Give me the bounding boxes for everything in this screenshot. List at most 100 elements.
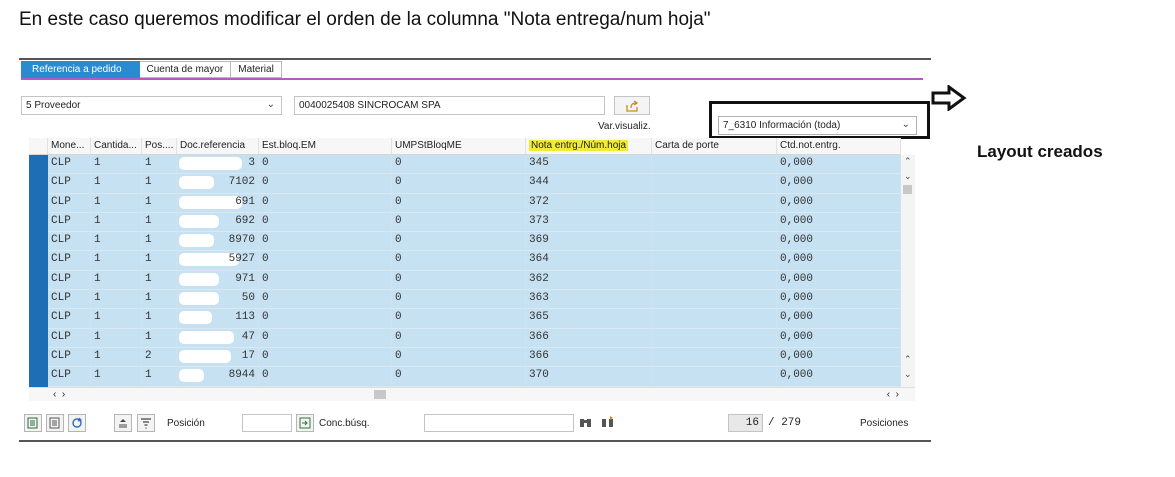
cell-carta-porte[interactable] <box>652 232 777 252</box>
cell-doc-referencia[interactable]: 5927 <box>177 251 259 271</box>
cell-posicion[interactable]: 1 <box>142 270 177 291</box>
cell-nota-entrega[interactable]: 364 <box>526 251 652 271</box>
position-input[interactable] <box>242 414 292 432</box>
filter-button[interactable] <box>137 414 155 432</box>
position-go-button[interactable] <box>296 414 314 432</box>
chevron-up-icon[interactable]: ⌃ <box>904 156 912 167</box>
vendor-type-select[interactable]: 5 Proveedor ⌄ <box>21 96 282 115</box>
cell-doc-referencia[interactable]: 7102 <box>177 174 259 194</box>
refresh-button[interactable] <box>68 414 86 432</box>
row-selector[interactable] <box>29 367 48 387</box>
scroll-left-right-icon[interactable]: ‹ › <box>887 389 899 400</box>
cell-ctd-not-entrg[interactable]: 0,000 <box>777 367 901 387</box>
cell-moneda[interactable]: CLP <box>48 328 91 348</box>
cell-nota-entrega[interactable]: 362 <box>526 270 652 291</box>
cell-posicion[interactable]: 1 <box>142 309 177 329</box>
table-row[interactable]: CLP 1 1 971 0 0 362 0,000 <box>29 270 901 291</box>
cell-ctd-not-entrg[interactable]: 0,000 <box>777 193 901 213</box>
cell-carta-porte[interactable] <box>652 251 777 271</box>
table-row[interactable]: CLP 1 1 113 0 0 365 0,000 <box>29 309 901 329</box>
cell-ctd-not-entrg[interactable]: 0,000 <box>777 328 901 348</box>
cell-ctd-not-entrg[interactable]: 0,000 <box>777 347 901 368</box>
tab-cuenta-mayor[interactable]: Cuenta de mayor <box>139 61 232 78</box>
cell-est-bloq-em[interactable]: 0 <box>259 174 392 194</box>
cell-doc-referencia[interactable]: 17 <box>177 347 259 368</box>
cell-est-bloq-em[interactable]: 0 <box>259 212 392 233</box>
cell-ctd-not-entrg[interactable]: 0,000 <box>777 270 901 291</box>
cell-nota-entrega[interactable]: 363 <box>526 290 652 310</box>
vendor-field[interactable]: 0040025408 SINCROCAM SPA <box>294 96 605 115</box>
cell-doc-referencia[interactable]: 113 <box>177 309 259 329</box>
cell-moneda[interactable]: CLP <box>48 174 91 194</box>
scroll-left-right-icon[interactable]: ‹ › <box>53 389 65 400</box>
header-nota-entrega[interactable]: Nota entrg./Núm.hoja <box>526 138 652 154</box>
cell-posicion[interactable]: 1 <box>142 367 177 387</box>
cell-moneda[interactable]: CLP <box>48 290 91 310</box>
header-selector[interactable] <box>29 138 48 154</box>
export-button[interactable] <box>614 96 650 115</box>
cell-umpst-bloq-me[interactable]: 0 <box>392 232 526 252</box>
header-cantidad[interactable]: Cantida... <box>91 138 142 154</box>
cell-posicion[interactable]: 1 <box>142 212 177 233</box>
cell-posicion[interactable]: 1 <box>142 290 177 310</box>
cell-umpst-bloq-me[interactable]: 0 <box>392 347 526 368</box>
header-doc-referencia[interactable]: Doc.referencia <box>177 138 259 154</box>
cell-doc-referencia[interactable]: 8970 <box>177 232 259 252</box>
search-input[interactable] <box>424 414 574 432</box>
cell-nota-entrega[interactable]: 370 <box>526 367 652 387</box>
cell-doc-referencia[interactable]: 50 <box>177 290 259 310</box>
header-ctd-not-entrg[interactable]: Ctd.not.entrg. <box>777 138 901 154</box>
cell-doc-referencia[interactable]: 691 <box>177 193 259 213</box>
cell-nota-entrega[interactable]: 373 <box>526 212 652 233</box>
vertical-scrollbar[interactable]: ⌃ ⌄ ⌃ ⌄ <box>901 155 915 388</box>
cell-est-bloq-em[interactable]: 0 <box>259 328 392 348</box>
cell-nota-entrega[interactable]: 366 <box>526 347 652 368</box>
current-position[interactable]: 16 <box>728 414 763 432</box>
cell-cantidad[interactable]: 1 <box>91 174 142 194</box>
cell-posicion[interactable]: 1 <box>142 193 177 213</box>
cell-umpst-bloq-me[interactable]: 0 <box>392 174 526 194</box>
header-carta-porte[interactable]: Carta de porte <box>652 138 777 154</box>
table-row[interactable]: CLP 1 1 7102 0 0 344 0,000 <box>29 174 901 194</box>
table-row[interactable]: CLP 1 1 692 0 0 373 0,000 <box>29 212 901 233</box>
table-row[interactable]: CLP 1 1 8944 0 0 370 0,000 <box>29 367 901 387</box>
cell-est-bloq-em[interactable]: 0 <box>259 290 392 310</box>
cell-est-bloq-em[interactable]: 0 <box>259 309 392 329</box>
cell-moneda[interactable]: CLP <box>48 251 91 271</box>
cell-nota-entrega[interactable]: 369 <box>526 232 652 252</box>
cell-est-bloq-em[interactable]: 0 <box>259 270 392 291</box>
cell-nota-entrega[interactable]: 366 <box>526 328 652 348</box>
cell-est-bloq-em[interactable]: 0 <box>259 193 392 213</box>
row-selector[interactable] <box>29 328 48 348</box>
cell-cantidad[interactable]: 1 <box>91 232 142 252</box>
row-selector[interactable] <box>29 174 48 194</box>
cell-umpst-bloq-me[interactable]: 0 <box>392 251 526 271</box>
cell-posicion[interactable]: 1 <box>142 174 177 194</box>
select-all-button[interactable] <box>24 414 42 432</box>
table-row[interactable]: CLP 1 1 691 0 0 372 0,000 <box>29 193 901 213</box>
cell-carta-porte[interactable] <box>652 212 777 233</box>
cell-cantidad[interactable]: 1 <box>91 367 142 387</box>
cell-carta-porte[interactable] <box>652 270 777 291</box>
cell-cantidad[interactable]: 1 <box>91 328 142 348</box>
cell-ctd-not-entrg[interactable]: 0,000 <box>777 232 901 252</box>
row-selector[interactable] <box>29 270 48 291</box>
row-selector[interactable] <box>29 251 48 271</box>
cell-carta-porte[interactable] <box>652 347 777 368</box>
chevron-up-icon[interactable]: ⌃ <box>904 354 912 365</box>
cell-carta-porte[interactable] <box>652 328 777 348</box>
cell-doc-referencia[interactable]: 971 <box>177 270 259 291</box>
table-row[interactable]: CLP 1 1 5927 0 0 364 0,000 <box>29 251 901 271</box>
cell-doc-referencia[interactable]: 47 <box>177 328 259 348</box>
cell-carta-porte[interactable] <box>652 155 777 175</box>
cell-posicion[interactable]: 1 <box>142 328 177 348</box>
cell-umpst-bloq-me[interactable]: 0 <box>392 367 526 387</box>
cell-umpst-bloq-me[interactable]: 0 <box>392 328 526 348</box>
cell-est-bloq-em[interactable]: 0 <box>259 251 392 271</box>
cell-carta-porte[interactable] <box>652 290 777 310</box>
cell-posicion[interactable]: 1 <box>142 251 177 271</box>
cell-umpst-bloq-me[interactable]: 0 <box>392 270 526 291</box>
sort-ascending-button[interactable] <box>114 414 132 432</box>
cell-ctd-not-entrg[interactable]: 0,000 <box>777 174 901 194</box>
table-row[interactable]: CLP 1 2 17 0 0 366 0,000 <box>29 347 901 368</box>
